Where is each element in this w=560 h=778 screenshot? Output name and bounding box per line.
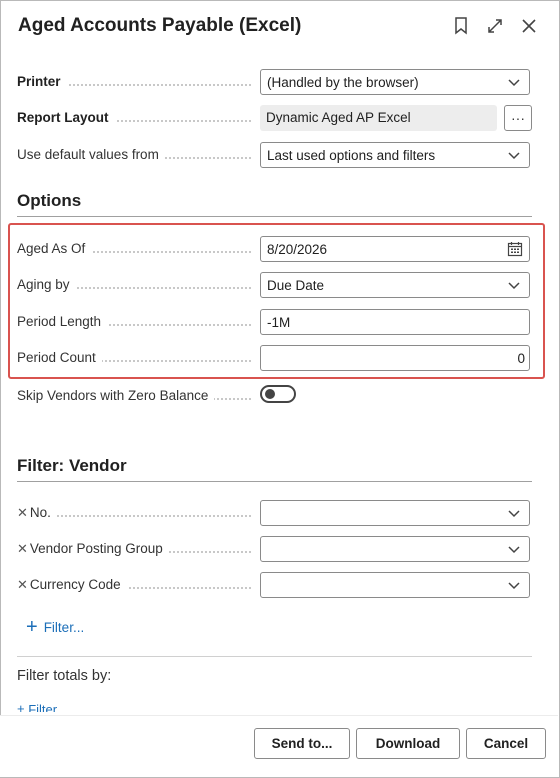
chevron-down-icon — [508, 282, 520, 290]
expand-icon[interactable] — [483, 14, 507, 38]
options-heading: Options — [17, 191, 82, 210]
filter-posting-group-select[interactable] — [260, 536, 530, 562]
period-length-label: Period Length — [17, 314, 108, 329]
bookmark-icon[interactable] — [449, 14, 473, 38]
skip-zero-toggle[interactable] — [260, 385, 296, 403]
add-vendor-filter-link[interactable]: + Filter... — [26, 616, 84, 638]
chevron-down-icon — [508, 582, 520, 590]
skip-zero-label: Skip Vendors with Zero Balance — [17, 388, 215, 403]
printer-select[interactable]: (Handled by the browser) — [260, 69, 530, 95]
remove-filter-icon[interactable]: ✕ — [17, 505, 28, 520]
plus-icon: + — [26, 616, 38, 638]
filter-posting-group-row: ✕ Vendor Posting Group — [17, 536, 532, 562]
printer-label: Printer — [17, 74, 67, 89]
filter-currency-select[interactable] — [260, 572, 530, 598]
report-layout-label: Report Layout — [17, 110, 115, 125]
totals-divider — [17, 656, 532, 657]
close-icon[interactable] — [517, 14, 541, 38]
aging-by-select[interactable]: Due Date — [260, 272, 530, 298]
filter-vendor-divider — [17, 481, 532, 482]
add-totals-filter-link-partial[interactable]: + Filter... — [17, 702, 77, 712]
dialog-title: Aged Accounts Payable (Excel) — [18, 15, 302, 36]
aging-by-row: Aging by Due Date — [17, 272, 532, 298]
aging-by-label: Aging by — [17, 277, 76, 292]
filter-no-select[interactable] — [260, 500, 530, 526]
calendar-icon[interactable] — [507, 241, 523, 257]
download-button[interactable]: Download — [356, 728, 460, 759]
dialog-footer: Send to... Download Cancel — [0, 715, 558, 777]
period-count-row: Period Count 0 — [17, 345, 532, 371]
period-length-input[interactable]: -1M — [260, 309, 530, 335]
filter-totals-heading: Filter totals by: — [17, 668, 112, 684]
period-count-input[interactable]: 0 — [260, 345, 530, 371]
period-length-row: Period Length -1M — [17, 309, 532, 335]
filter-currency-label: Currency Code — [29, 577, 121, 592]
chevron-down-icon — [508, 79, 520, 87]
cancel-button[interactable]: Cancel — [466, 728, 546, 759]
aged-as-of-label: Aged As Of — [17, 241, 92, 256]
chevron-down-icon — [508, 546, 520, 554]
aged-as-of-row: Aged As Of 8/20/2026 — [17, 236, 532, 262]
remove-filter-icon[interactable]: ✕ — [17, 577, 28, 592]
remove-filter-icon[interactable]: ✕ — [17, 541, 28, 556]
report-layout-more-button[interactable]: ··· — [504, 105, 532, 131]
send-to-button[interactable]: Send to... — [254, 728, 350, 759]
filter-currency-row: ✕ Currency Code — [17, 572, 532, 598]
filter-vendor-heading: Filter: Vendor — [17, 456, 127, 475]
filter-no-label: No. — [29, 505, 51, 520]
printer-row: Printer (Handled by the browser) — [17, 69, 532, 95]
filter-posting-group-label: Vendor Posting Group — [29, 541, 163, 556]
defaults-select[interactable]: Last used options and filters — [260, 142, 530, 168]
chevron-down-icon — [508, 152, 520, 160]
defaults-label: Use default values from — [17, 147, 165, 162]
toggle-knob — [265, 389, 275, 399]
report-layout-field[interactable]: Dynamic Aged AP Excel — [260, 105, 497, 131]
report-layout-row: Report Layout Dynamic Aged AP Excel ··· — [17, 105, 532, 131]
skip-zero-row: Skip Vendors with Zero Balance — [17, 383, 532, 409]
chevron-down-icon — [508, 510, 520, 518]
period-count-label: Period Count — [17, 350, 102, 365]
filter-no-row: ✕ No. — [17, 500, 532, 526]
options-divider — [17, 216, 532, 217]
aged-as-of-input[interactable]: 8/20/2026 — [260, 236, 530, 262]
defaults-row: Use default values from Last used option… — [17, 142, 532, 168]
